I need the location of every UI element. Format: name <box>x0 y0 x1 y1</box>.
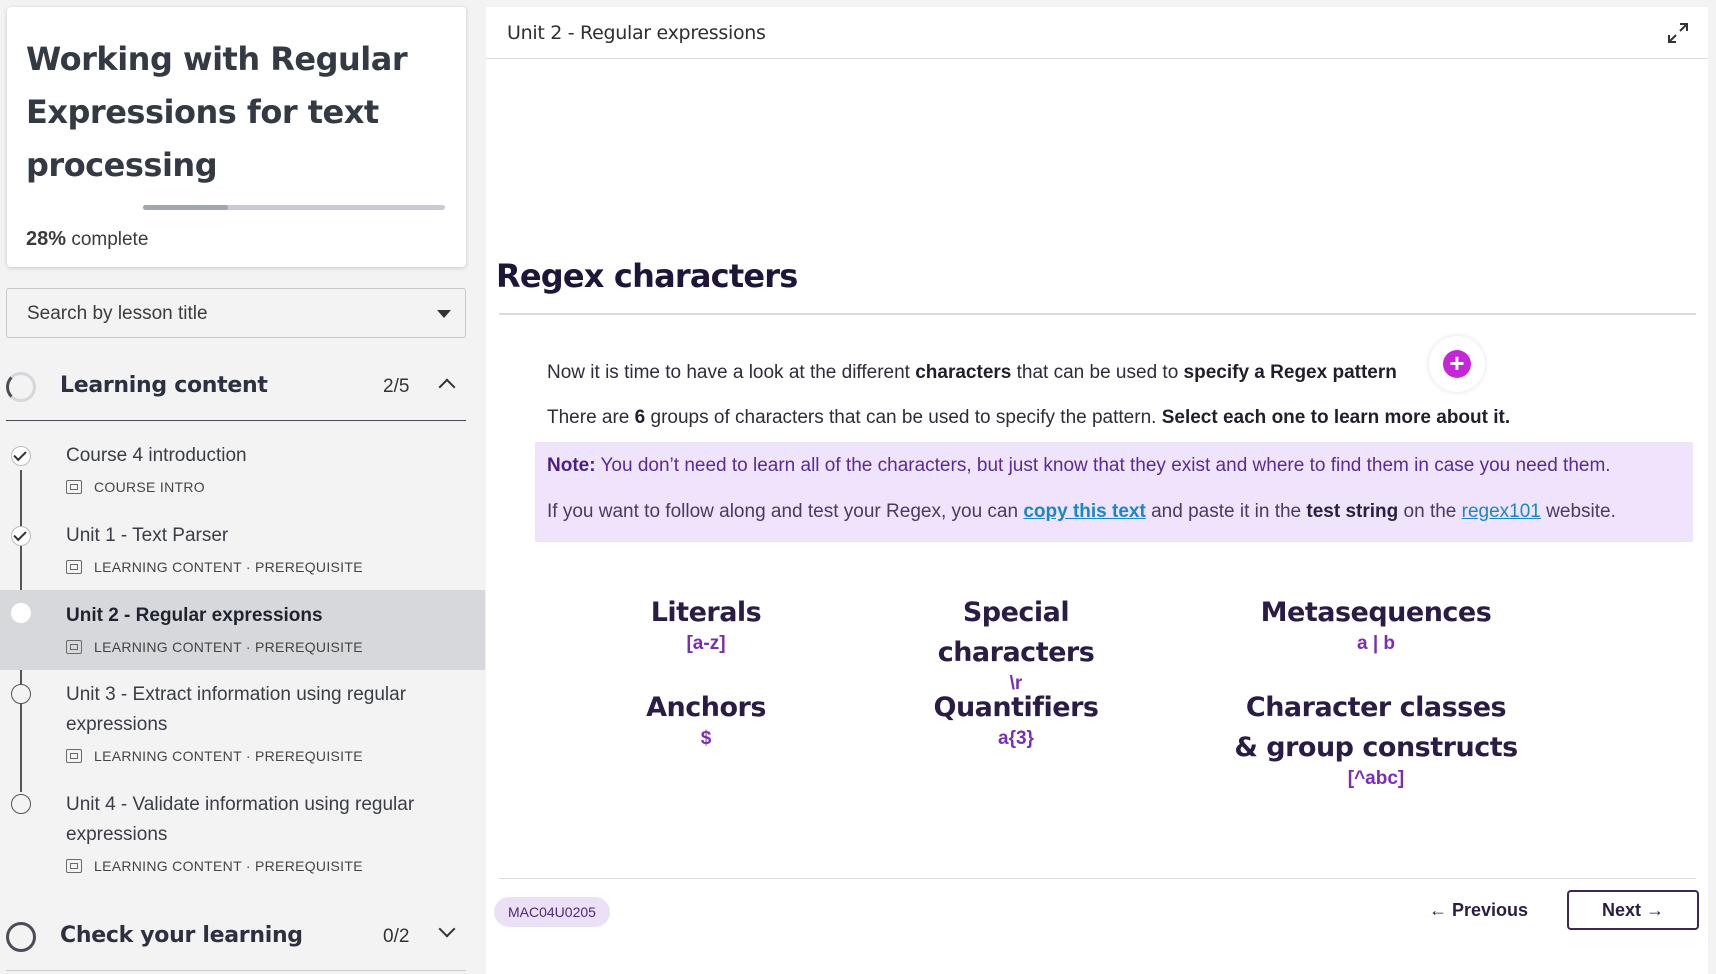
card-sample: a | b <box>1356 633 1396 654</box>
lesson-status-ring <box>11 794 31 814</box>
content-header: Unit 2 - Regular expressions <box>486 7 1708 59</box>
lesson-item-unit-2[interactable]: Unit 2 - Regular expressions LEARNING CO… <box>0 590 485 670</box>
card-title-line-2: & group constructs <box>1234 732 1518 763</box>
progress-text: 28% complete <box>26 228 148 251</box>
lesson-item-unit-1[interactable]: Unit 1 - Text Parser LEARNING CONTENT · … <box>0 510 485 590</box>
plus-icon: + <box>1443 350 1471 378</box>
section-count: 0/2 <box>383 926 410 947</box>
note-callout: Note: You don’t need to learn all of the… <box>535 442 1693 542</box>
breadcrumb: Unit 2 - Regular expressions <box>507 22 766 44</box>
course-title: Working with Regular Expressions for tex… <box>26 40 408 184</box>
lesson-meta: LEARNING CONTENT · PREREQUISITE <box>66 559 363 575</box>
next-button[interactable]: Next → <box>1567 890 1699 930</box>
expand-info-button[interactable]: + <box>1429 336 1485 392</box>
note-line-1: Note: You don’t need to learn all of the… <box>547 455 1611 476</box>
footer-divider <box>499 878 1696 879</box>
lesson-meta: LEARNING CONTENT · PREREQUISITE <box>66 858 363 874</box>
lesson-code-badge: MAC04U0205 <box>494 897 610 927</box>
course-sidebar: Working with Regular Expressions for tex… <box>0 0 485 974</box>
card-sample: [^abc] <box>1347 768 1405 789</box>
progress-percent: 28% <box>26 228 67 250</box>
title-divider <box>499 313 1696 315</box>
section-learning-content[interactable]: Learning content 2/5 <box>0 357 466 415</box>
card-metasequences[interactable]: Metasequences a | b <box>1196 593 1556 655</box>
card-quantifiers[interactable]: Quantifiers a{3} <box>886 688 1146 750</box>
card-title: Special characters <box>937 597 1095 668</box>
lesson-icon <box>66 640 82 654</box>
card-sample: a{3} <box>998 728 1034 749</box>
lesson-icon <box>66 480 82 494</box>
card-literals[interactable]: Literals [a-z] <box>576 593 836 655</box>
lesson-meta: LEARNING CONTENT · PREREQUISITE <box>66 748 363 764</box>
previous-button[interactable]: ← Previous <box>1429 900 1528 921</box>
lesson-title: Course 4 introduction <box>66 445 247 466</box>
instruction-paragraph: There are 6 groups of characters that ca… <box>547 407 1511 428</box>
section-label: Learning content <box>60 373 268 398</box>
chevron-down-icon <box>438 920 456 938</box>
expand-icon[interactable] <box>1666 21 1690 45</box>
section-progress-ring <box>6 922 36 952</box>
section-progress-ring <box>6 372 36 402</box>
course-card: Working with Regular Expressions for tex… <box>7 7 466 267</box>
search-placeholder: Search by lesson title <box>27 303 208 324</box>
lesson-status-dot <box>11 603 31 623</box>
card-sample: $ <box>700 728 712 749</box>
lesson-item-unit-3[interactable]: Unit 3 - Extract information using regul… <box>0 670 485 780</box>
section-count: 2/5 <box>383 376 410 397</box>
chevron-up-icon <box>438 378 456 396</box>
caret-down-icon <box>437 310 451 318</box>
lesson-title: Unit 2 - Regular expressions <box>66 605 323 626</box>
lesson-search-dropdown[interactable]: Search by lesson title <box>6 288 466 338</box>
lesson-icon <box>66 859 82 873</box>
lesson-item-course-intro[interactable]: Course 4 introduction COURSE INTRO <box>0 430 485 510</box>
section-check-your-learning[interactable]: Check your learning 0/2 <box>0 907 466 965</box>
progress-bar-fill <box>143 205 228 210</box>
card-character-classes[interactable]: Character classes & group constructs [^a… <box>1196 688 1556 790</box>
lesson-content-panel: Unit 2 - Regular expressions Regex chara… <box>486 7 1708 974</box>
lesson-title: Unit 4 - Validate information using regu… <box>66 794 415 845</box>
regex101-link[interactable]: regex101 <box>1462 501 1541 522</box>
card-title: Quantifiers <box>933 692 1099 723</box>
lesson-title: Unit 1 - Text Parser <box>66 525 229 546</box>
section-divider <box>6 420 466 421</box>
card-title: Character classes <box>1245 692 1507 723</box>
lesson-title: Unit 3 - Extract information using regul… <box>66 684 407 735</box>
intro-paragraph: Now it is time to have a look at the dif… <box>547 362 1397 383</box>
lesson-meta: COURSE INTRO <box>66 479 205 495</box>
lesson-icon <box>66 560 82 574</box>
note-line-2: If you want to follow along and test you… <box>547 501 1616 522</box>
progress-bar <box>143 205 445 210</box>
page-title: Regex characters <box>496 257 798 295</box>
section-label: Check your learning <box>60 923 303 948</box>
card-sample: [a-z] <box>686 633 726 654</box>
lesson-icon <box>66 749 82 763</box>
card-title: Literals <box>650 597 762 628</box>
card-anchors[interactable]: Anchors $ <box>576 688 836 750</box>
card-title: Anchors <box>646 692 766 723</box>
lesson-meta: LEARNING CONTENT · PREREQUISITE <box>66 639 363 655</box>
lesson-item-unit-4[interactable]: Unit 4 - Validate information using regu… <box>0 780 485 890</box>
copy-text-link[interactable]: copy this text <box>1023 501 1145 522</box>
card-special-characters[interactable]: Special characters \r <box>886 593 1146 695</box>
section-divider <box>6 970 466 971</box>
lesson-status-ring <box>11 684 31 704</box>
progress-suffix: complete <box>71 229 149 250</box>
card-title: Metasequences <box>1260 597 1492 628</box>
